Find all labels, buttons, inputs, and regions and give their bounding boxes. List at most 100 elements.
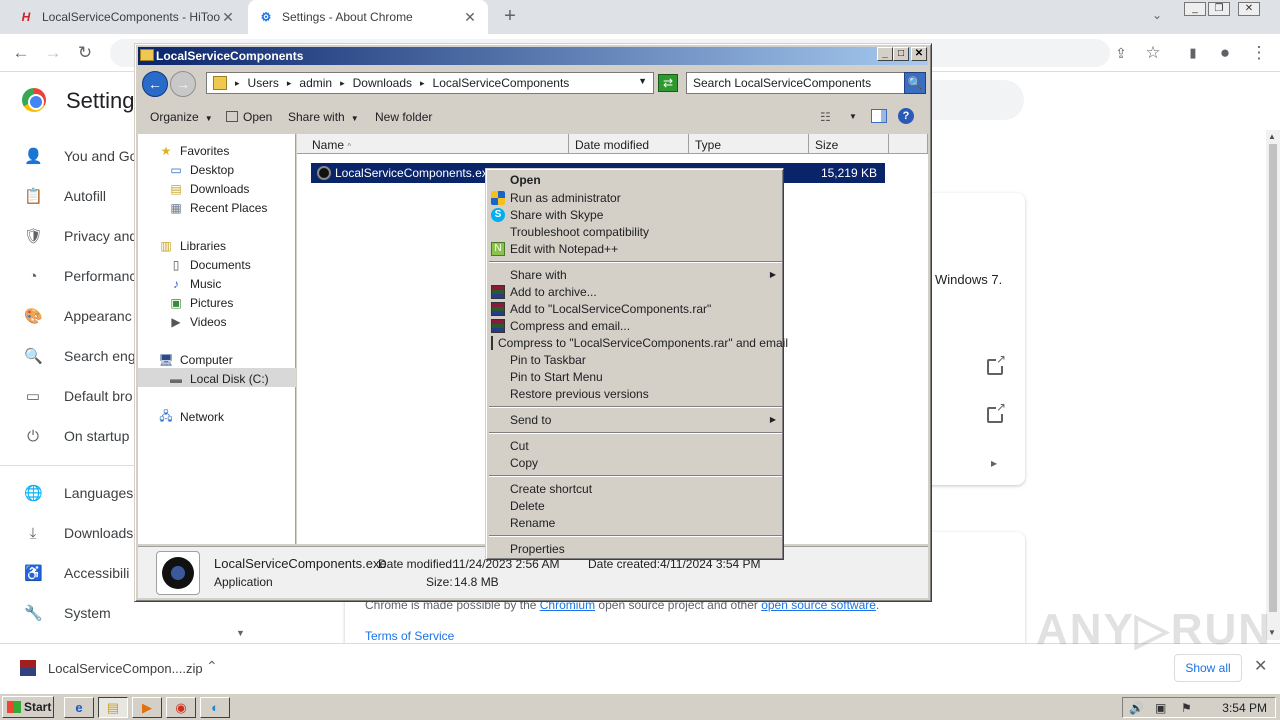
open-in-new-icon[interactable] (987, 400, 1006, 423)
explorer-folder-icon[interactable]: ▤ (98, 697, 128, 718)
scrollbar-thumb[interactable] (1269, 144, 1277, 612)
menu-item-cut[interactable]: Cut (489, 437, 782, 454)
chrome-menu-icon[interactable]: ⋮ (1248, 42, 1270, 64)
breadcrumb-separator-icon[interactable]: ▸ (420, 78, 425, 89)
address-history-dropdown-icon[interactable]: ▼ (638, 76, 647, 86)
menu-item-add-to-rar[interactable]: Add to "LocalServiceComponents.rar" (489, 300, 782, 317)
breadcrumb-separator-icon[interactable]: ▸ (340, 78, 345, 89)
explorer-close-button[interactable]: ✕ (911, 47, 927, 61)
nav-downloads[interactable]: ▤ Downloads (168, 180, 249, 198)
action-center-flag-icon[interactable]: ⚑ (1181, 701, 1192, 715)
menu-item-run-as-administrator[interactable]: Run as administrator (489, 189, 782, 206)
nav-pictures[interactable]: ▣ Pictures (168, 294, 233, 312)
preview-pane-icon[interactable] (871, 109, 887, 123)
sidebar-item-performance[interactable]: ◔ Performanc (0, 256, 140, 296)
breadcrumb-localservicecomponents[interactable]: LocalServiceComponents (433, 76, 570, 90)
chevron-up-icon[interactable]: ⌃ (206, 658, 218, 675)
column-header-type[interactable]: Type (689, 134, 809, 154)
menu-item-compress-and-email[interactable]: Compress and email... (489, 317, 782, 334)
show-all-button[interactable]: Show all (1174, 654, 1242, 682)
side-panel-icon[interactable]: ▮ (1182, 42, 1204, 64)
organize-button[interactable]: Organize ▼ (150, 110, 213, 124)
share-with-button[interactable]: Share with ▼ (288, 110, 359, 124)
nav-music[interactable]: ♪ Music (168, 275, 221, 293)
explorer-minimize-button[interactable]: _ (877, 47, 893, 61)
nav-desktop[interactable]: ▭ Desktop (168, 161, 234, 179)
share-icon[interactable]: ⇪ (1110, 42, 1132, 64)
sidebar-item-appearance[interactable]: 🎨 Appearanc (0, 296, 140, 336)
bookmark-star-icon[interactable]: ☆ (1142, 42, 1164, 64)
media-player-icon[interactable]: ▶ (132, 697, 162, 718)
explorer-search-input[interactable]: Search LocalServiceComponents 🔍 (686, 72, 926, 94)
breadcrumb-separator-icon[interactable]: ▸ (235, 78, 240, 89)
nav-documents[interactable]: ▯ Documents (168, 256, 251, 274)
menu-item-create-shortcut[interactable]: Create shortcut (489, 480, 782, 497)
open-button[interactable]: Open (226, 110, 272, 124)
ie-icon[interactable]: e (64, 697, 94, 718)
profile-avatar-icon[interactable]: ● (1214, 42, 1236, 64)
sidebar-item-accessibility[interactable]: ♿ Accessibili (0, 553, 140, 593)
explorer-title-bar[interactable]: LocalServiceComponents (138, 47, 928, 65)
sidebar-item-search-engine[interactable]: 🔍 Search eng (0, 336, 140, 376)
menu-item-share-with[interactable]: Share with ▶ (489, 266, 782, 283)
search-icon[interactable]: 🔍 (904, 72, 926, 94)
close-icon[interactable]: ✕ (1254, 656, 1267, 676)
edge-icon[interactable]: ◐ (200, 697, 230, 718)
explorer-forward-button[interactable]: → (170, 71, 196, 97)
scroll-up-icon[interactable]: ▲ (1268, 132, 1276, 141)
sidebar-item-default-browser[interactable]: ▭ Default bro (0, 376, 140, 416)
breadcrumb-users[interactable]: Users (248, 76, 279, 90)
terms-of-service-link[interactable]: Terms of Service (365, 629, 454, 643)
nav-libraries[interactable]: ▥ Libraries (158, 237, 226, 255)
column-header-name[interactable]: Name ^ (297, 134, 569, 154)
tab-search-icon[interactable]: ⌄ (1152, 8, 1162, 22)
taskbar-clock[interactable]: 3:54 PM (1222, 701, 1267, 715)
explorer-maximize-button[interactable]: □ (893, 47, 909, 61)
explorer-back-button[interactable]: ← (142, 71, 168, 97)
menu-item-rename[interactable]: Rename (489, 514, 782, 531)
menu-item-restore-previous-versions[interactable]: Restore previous versions (489, 385, 782, 402)
menu-item-add-to-archive[interactable]: Add to archive... (489, 283, 782, 300)
menu-item-send-to[interactable]: Send to ▶ (489, 411, 782, 428)
address-bar[interactable]: ▸ Users ▸ admin ▸ Downloads ▸ LocalServi… (206, 72, 654, 94)
menu-item-copy[interactable]: Copy (489, 454, 782, 471)
tab-settings-about[interactable]: ⚙ Settings - About Chrome ✕ (248, 0, 488, 34)
menu-item-edit-with-notepadpp[interactable]: N Edit with Notepad++ (489, 240, 782, 257)
breadcrumb-downloads[interactable]: Downloads (353, 76, 412, 90)
column-header-size[interactable]: Size (809, 134, 889, 154)
chevron-right-icon[interactable]: ▸ (991, 456, 997, 470)
chrome-icon[interactable]: ◉ (166, 697, 196, 718)
close-tab-icon[interactable]: ✕ (220, 9, 236, 26)
network-tray-icon[interactable]: ▣ (1155, 701, 1166, 715)
help-icon[interactable]: ? (898, 108, 914, 124)
menu-item-compress-to-rar-and-email[interactable]: Compress to "LocalServiceComponents.rar"… (489, 334, 788, 351)
open-in-new-icon[interactable] (987, 352, 1006, 375)
page-scrollbar[interactable]: ▲ ▼ (1266, 130, 1280, 640)
sidebar-item-privacy[interactable]: 🛡 Privacy and (0, 216, 140, 256)
refresh-icon[interactable]: ⇄ (658, 74, 678, 92)
close-window-button[interactable]: ✕ (1238, 2, 1260, 16)
view-dropdown-icon[interactable]: ▼ (849, 112, 857, 121)
volume-icon[interactable]: 🔊 (1129, 701, 1144, 715)
nav-favorites[interactable]: ★ Favorites (158, 142, 230, 160)
nav-network[interactable]: 🖧 Network (158, 408, 224, 426)
tab-hitools[interactable]: H LocalServiceComponents - HiTools - H ✕ (8, 0, 246, 34)
settings-search-input[interactable] (920, 80, 1024, 120)
start-button[interactable]: Start (2, 696, 54, 718)
sidebar-item-system[interactable]: 🔧 System (0, 593, 140, 633)
menu-item-properties[interactable]: Properties (489, 540, 782, 557)
sidebar-scroll-down-icon[interactable]: ▼ (236, 628, 245, 638)
view-options-icon[interactable]: ☷ (820, 110, 831, 124)
menu-item-troubleshoot-compatibility[interactable]: Troubleshoot compatibility (489, 223, 782, 240)
column-header-date-modified[interactable]: Date modified (569, 134, 689, 154)
menu-item-delete[interactable]: Delete (489, 497, 782, 514)
sidebar-item-languages[interactable]: 🌐 Languages (0, 473, 140, 513)
breadcrumb-separator-icon[interactable]: ▸ (287, 78, 292, 89)
menu-item-share-with-skype[interactable]: S Share with Skype (489, 206, 782, 223)
nav-recent-places[interactable]: ▦ Recent Places (168, 199, 267, 217)
nav-videos[interactable]: ▶ Videos (168, 313, 226, 331)
sidebar-item-downloads[interactable]: ⤓ Downloads (0, 513, 140, 553)
sidebar-item-on-startup[interactable]: ⏻ On startup (0, 416, 140, 456)
back-button[interactable]: ← (10, 42, 32, 64)
nav-local-disk-c[interactable]: ▬ Local Disk (C:) (168, 370, 269, 388)
